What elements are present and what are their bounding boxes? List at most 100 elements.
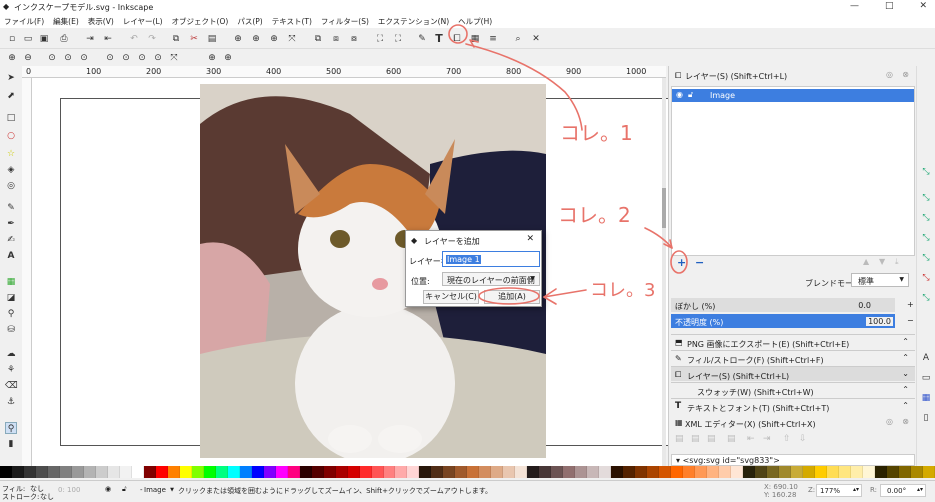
zoom-field[interactable]: 177% ▴▾ [816,484,862,497]
color-swatch[interactable] [347,466,360,478]
bottom-layer-icon[interactable]: ⤓ [895,257,899,267]
dock-export-png[interactable]: ⬒ PNG 画像にエクスポート(E) (Shift+Ctrl+E) ⌃ [671,334,915,349]
snap-page-icon[interactable]: ▭ [920,372,932,384]
calligraphy-tool-icon[interactable]: ✍ [5,234,17,246]
save-icon[interactable]: ▣ [38,33,50,45]
color-swatch[interactable] [119,466,132,478]
color-swatch[interactable] [503,466,516,478]
spray-tool-icon[interactable]: ▦ [5,276,17,288]
menu-edit[interactable]: 編集(E) [53,16,79,27]
color-swatch[interactable] [227,466,240,478]
color-swatch[interactable] [826,466,839,478]
color-swatch[interactable] [191,466,204,478]
color-swatch[interactable] [719,466,732,478]
snap-cusp-icon[interactable]: ⤡ [920,272,932,284]
measure-tool-icon[interactable]: ▮ [5,438,17,450]
panel-iconify-icon[interactable]: ◎ [886,70,893,79]
opacity-minus-icon[interactable]: − [907,316,914,325]
close-button[interactable]: ✕ [919,1,927,11]
opacity-field[interactable]: 0: 100 [58,486,80,494]
color-swatch[interactable] [275,466,288,478]
zoom-in-icon[interactable]: ⊕ [6,52,18,64]
open-icon[interactable]: ▭ [22,33,34,45]
color-swatch[interactable] [850,466,863,478]
zoom-prev-icon[interactable]: ⊕ [206,52,218,64]
zoom-tool-icon[interactable]: ⚲ [5,422,17,434]
color-swatch[interactable] [131,466,144,478]
clone-icon[interactable]: ⧈ [330,33,342,45]
layer-name-input[interactable]: Image 1 [442,251,540,267]
color-swatch[interactable] [886,466,899,478]
color-swatch[interactable] [167,466,180,478]
snap-intersections-icon[interactable]: ⤡ [920,252,932,264]
lock-unlocked-icon[interactable]: 🔓︎ [688,90,693,100]
color-swatch[interactable] [731,466,744,478]
eraser2-tool-icon[interactable]: ⌫ [5,380,18,392]
lock-unlocked-icon[interactable]: 🔓︎ [122,485,127,494]
eraser-tool-icon[interactable]: ◪ [5,292,17,304]
xml-lower-icon[interactable]: ⇩ [799,434,807,444]
color-swatch[interactable] [23,466,36,478]
snap-guide-icon[interactable]: ▯ [920,412,932,424]
tweak-tool-icon[interactable]: ☁ [5,348,17,360]
blur-plus-icon[interactable]: + [907,300,914,309]
color-swatch[interactable] [611,466,624,478]
color-swatch[interactable] [467,466,480,478]
color-swatch[interactable] [743,466,756,478]
cut-icon[interactable]: ✂ [188,33,200,45]
menu-path[interactable]: パス(P) [237,16,262,27]
duplicate-icon[interactable]: ⧉ [312,33,324,45]
color-swatch[interactable] [383,466,396,478]
spin-arrows-icon[interactable]: ▴▾ [853,486,859,493]
paste-icon[interactable]: ▤ [206,33,218,45]
color-swatch[interactable] [671,466,684,478]
xml-unindent-icon[interactable]: ⇤ [747,434,755,444]
color-palette[interactable] [0,466,935,478]
3dbox-tool-icon[interactable]: ◈ [5,164,17,176]
circle-tool-icon[interactable]: ○ [5,130,17,142]
snap-toggle-icon[interactable]: ⤡ [920,166,932,178]
color-swatch[interactable] [802,466,815,478]
maximize-button[interactable]: □ [885,1,894,11]
rotation-field[interactable]: 0.00° ▴▾ [880,484,926,497]
color-swatch[interactable] [527,466,540,478]
align-icon[interactable]: ≡ [487,33,499,45]
add-button[interactable]: 追加(A) [484,290,540,304]
zoom-drawing-icon[interactable]: ⊕ [250,33,262,45]
color-swatch[interactable] [287,466,300,478]
lower-layer-icon[interactable]: ▼ [879,257,885,266]
color-swatch[interactable] [359,466,372,478]
color-swatch[interactable] [95,466,108,478]
remove-layer-button[interactable]: − [695,256,704,269]
panel-close-icon[interactable]: ⊗ [902,417,909,426]
color-swatch[interactable] [35,466,48,478]
menu-help[interactable]: ヘルプ(H) [458,16,492,27]
xml-duplicate-icon[interactable]: ▤ [707,434,716,444]
fill-stroke-icon[interactable]: ✎ [416,33,428,45]
dock-text-font[interactable]: T テキストとフォント(T) (Shift+Ctrl+T) ⌃ [671,398,915,413]
color-swatch[interactable] [778,466,791,478]
cancel-button[interactable]: キャンセル(C) [423,290,479,304]
pencil-tool-icon[interactable]: ✎ [5,202,17,214]
color-swatch[interactable] [910,466,923,478]
color-swatch[interactable] [239,466,252,478]
xml-new-text-icon[interactable]: ▤ [691,434,700,444]
color-swatch[interactable] [59,466,72,478]
color-swatch[interactable] [695,466,708,478]
menu-extensions[interactable]: エクステンション(N) [378,16,449,27]
xml-indent-icon[interactable]: ⇥ [763,434,771,444]
color-swatch[interactable] [563,466,576,478]
star-tool-icon[interactable]: ☆ [5,148,17,160]
zoom-out-icon[interactable]: ⊖ [22,52,34,64]
text-tool-icon[interactable]: A [5,250,17,262]
eye-visible-icon[interactable]: ◉ [676,90,683,99]
color-swatch[interactable] [587,466,600,478]
add-layer-button[interactable]: + [677,256,686,269]
color-swatch[interactable] [71,466,84,478]
current-layer-select[interactable]: - Image ▼ [136,484,174,497]
color-swatch[interactable] [443,466,456,478]
snap-text-icon[interactable]: A [920,352,932,364]
color-swatch[interactable] [683,466,696,478]
color-swatch[interactable] [179,466,192,478]
zoom-2-1-icon[interactable]: ⊙ [78,52,90,64]
